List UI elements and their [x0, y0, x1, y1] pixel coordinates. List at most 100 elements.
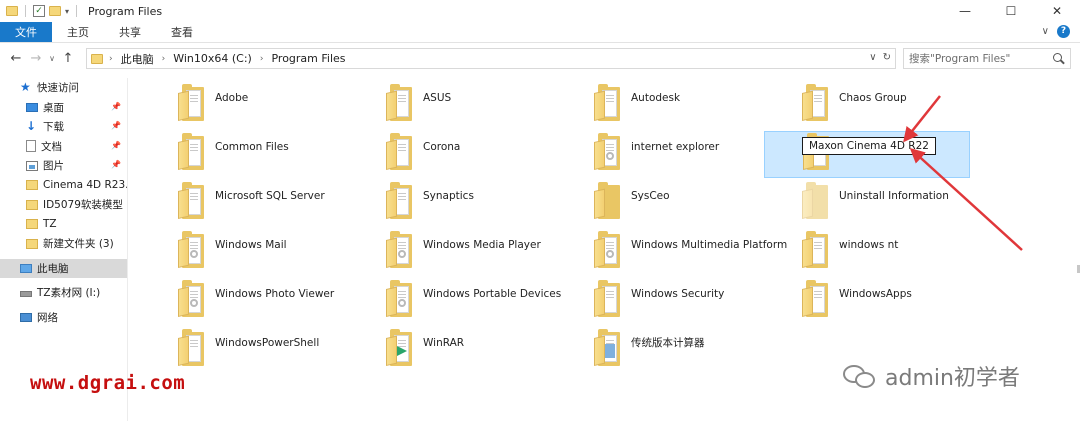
file-item[interactable]: Chaos Group — [802, 82, 1007, 131]
file-item[interactable]: Synaptics — [386, 180, 591, 229]
folder-icon — [26, 219, 38, 230]
file-item[interactable]: Adobe — [178, 82, 383, 131]
ribbon-controls: ∨ ? — [1042, 25, 1070, 38]
file-item[interactable]: Windows Media Player — [386, 229, 591, 278]
sidebar-item-quick-access[interactable]: ★ 快速访问 — [0, 78, 127, 98]
folder-with-winrar-icon — [386, 329, 414, 366]
expand-ribbon-icon[interactable]: ∨ — [1042, 26, 1049, 37]
new-folder-icon[interactable] — [49, 6, 61, 16]
watermark-site: www.dgrai.com — [30, 372, 186, 394]
maximize-button[interactable]: ☐ — [988, 0, 1034, 22]
close-button[interactable]: ✕ — [1034, 0, 1080, 22]
rename-input[interactable]: Maxon Cinema 4D R22 — [802, 137, 936, 155]
sidebar-item-pictures[interactable]: 图片 📌 — [0, 156, 127, 176]
breadcrumb-this-pc[interactable]: 此电脑 — [121, 51, 154, 67]
sidebar-item-drive-i[interactable]: TZ素材网 (I:) — [0, 283, 127, 303]
forward-arrow-icon[interactable]: → — [26, 51, 46, 66]
file-item[interactable]: Windows Portable Devices — [386, 278, 591, 327]
sidebar-item-label: TZ — [43, 218, 57, 231]
file-item[interactable]: 传统版本计算器 — [594, 327, 799, 376]
tab-home[interactable]: 主页 — [52, 22, 104, 42]
back-arrow-icon[interactable]: ← — [6, 51, 26, 66]
tab-file[interactable]: 文件 — [0, 22, 52, 42]
file-item[interactable]: Microsoft SQL Server — [178, 180, 383, 229]
sidebar-item-desktop[interactable]: 桌面 📌 — [0, 98, 127, 118]
sidebar-item-label: 网络 — [37, 311, 58, 324]
folder-with-calculator-icon — [594, 329, 622, 366]
help-icon[interactable]: ? — [1057, 25, 1070, 38]
file-item-label: WindowsPowerShell — [215, 337, 320, 349]
folder-icon — [26, 180, 38, 191]
sidebar-item-label: 下载 — [43, 121, 64, 134]
breadcrumb-separator-icon[interactable]: › — [260, 54, 264, 64]
sidebar-item-new-folder-3[interactable]: 新建文件夹 (3) — [0, 234, 127, 254]
pin-icon: 📌 — [111, 160, 121, 169]
folder-with-document-icon — [178, 133, 206, 170]
file-item[interactable]: Windows Mail — [178, 229, 383, 278]
tab-view[interactable]: 查看 — [156, 22, 208, 42]
file-item-label: SysCeo — [631, 190, 670, 202]
file-item[interactable]: Common Files — [178, 131, 383, 180]
sidebar-item-label: Cinema 4D R23.0 — [43, 179, 127, 192]
file-item[interactable]: Corona — [386, 131, 591, 180]
address-dropdown-icon[interactable]: ∨ — [869, 52, 876, 63]
pin-icon: 📌 — [111, 140, 121, 150]
file-item-label: windows nt — [839, 239, 899, 251]
minimize-button[interactable]: — — [942, 0, 988, 22]
folder-faded-icon — [802, 182, 830, 219]
search-icon[interactable] — [1052, 52, 1066, 66]
breadcrumb-separator-icon[interactable]: › — [109, 54, 113, 64]
refresh-icon[interactable]: ↻ — [883, 52, 891, 63]
file-item[interactable]: WinRAR — [386, 327, 591, 376]
ribbon-tabs: 文件 主页 共享 查看 ∨ ? — [0, 22, 1080, 43]
sidebar-item-documents[interactable]: 文档 📌 — [0, 137, 127, 157]
sidebar-item-label: TZ素材网 (I:) — [37, 287, 101, 300]
file-item[interactable]: windows nt — [802, 229, 1007, 278]
file-item[interactable]: Windows Photo Viewer — [178, 278, 383, 327]
address-bar[interactable]: › 此电脑 › Win10x64 (C:) › Program Files ∨ … — [86, 48, 896, 69]
tab-share[interactable]: 共享 — [104, 22, 156, 42]
breadcrumb-drive[interactable]: Win10x64 (C:) — [173, 52, 252, 65]
star-icon: ★ — [20, 80, 31, 95]
watermark-account: admin初学者 — [843, 360, 1020, 392]
file-item[interactable]: ASUS — [386, 82, 591, 131]
folder-with-document-icon — [386, 182, 414, 219]
file-item[interactable]: Autodesk — [594, 82, 799, 131]
breadcrumb-separator-icon[interactable]: › — [162, 54, 166, 64]
file-item[interactable]: SysCeo — [594, 180, 799, 229]
folder-icon — [91, 53, 103, 64]
file-item-label: Windows Photo Viewer — [215, 288, 335, 300]
recent-locations-icon[interactable]: ∨ — [46, 54, 58, 63]
sidebar-item-id5079[interactable]: ID5079软装模型 — [0, 195, 127, 215]
properties-icon[interactable]: ✓ — [33, 5, 45, 17]
sidebar-item-network[interactable]: 网络 — [0, 308, 127, 328]
quick-access-toolbar: ✓ ▾ — [0, 5, 80, 17]
file-item-label: Common Files — [215, 141, 289, 153]
search-input[interactable]: 搜索"Program Files" — [903, 48, 1071, 69]
sidebar-item-cinema4d[interactable]: Cinema 4D R23.0 — [0, 176, 127, 196]
file-item-label: ASUS — [423, 92, 452, 104]
up-arrow-icon[interactable]: ↑ — [58, 51, 78, 66]
file-item[interactable]: Windows Security — [594, 278, 799, 327]
folder-with-gear-icon — [386, 231, 414, 268]
file-item-label: Adobe — [215, 92, 249, 104]
sidebar-item-this-pc[interactable]: 此电脑 — [0, 258, 127, 278]
customize-toolbar-icon[interactable]: ▾ — [65, 7, 69, 16]
folder-with-document-icon — [386, 84, 414, 121]
sidebar-item-label: 快速访问 — [37, 82, 79, 95]
file-item[interactable]: Windows Multimedia Platform — [594, 229, 799, 278]
file-item-label: WinRAR — [423, 337, 465, 349]
file-item[interactable]: Uninstall Information — [802, 180, 1007, 229]
breadcrumb-program-files[interactable]: Program Files — [271, 52, 345, 65]
folder-icon — [26, 199, 38, 210]
folder-with-document-icon — [386, 133, 414, 170]
sidebar-item-tz[interactable]: TZ — [0, 215, 127, 235]
navigation-pane: ★ 快速访问 桌面 📌 ↓ 下载 📌 文档 📌 图片 📌 Cinema 4D R… — [0, 78, 128, 421]
sidebar-item-downloads[interactable]: ↓ 下载 📌 — [0, 117, 127, 137]
file-item[interactable]: Maxon Cinema 4D R22 — [764, 131, 970, 178]
window-title: Program Files — [88, 4, 163, 18]
drive-icon — [20, 291, 32, 298]
file-item[interactable]: WindowsPowerShell — [178, 327, 383, 376]
file-item[interactable]: WindowsApps — [802, 278, 1007, 327]
pin-icon: 📌 — [111, 121, 121, 130]
